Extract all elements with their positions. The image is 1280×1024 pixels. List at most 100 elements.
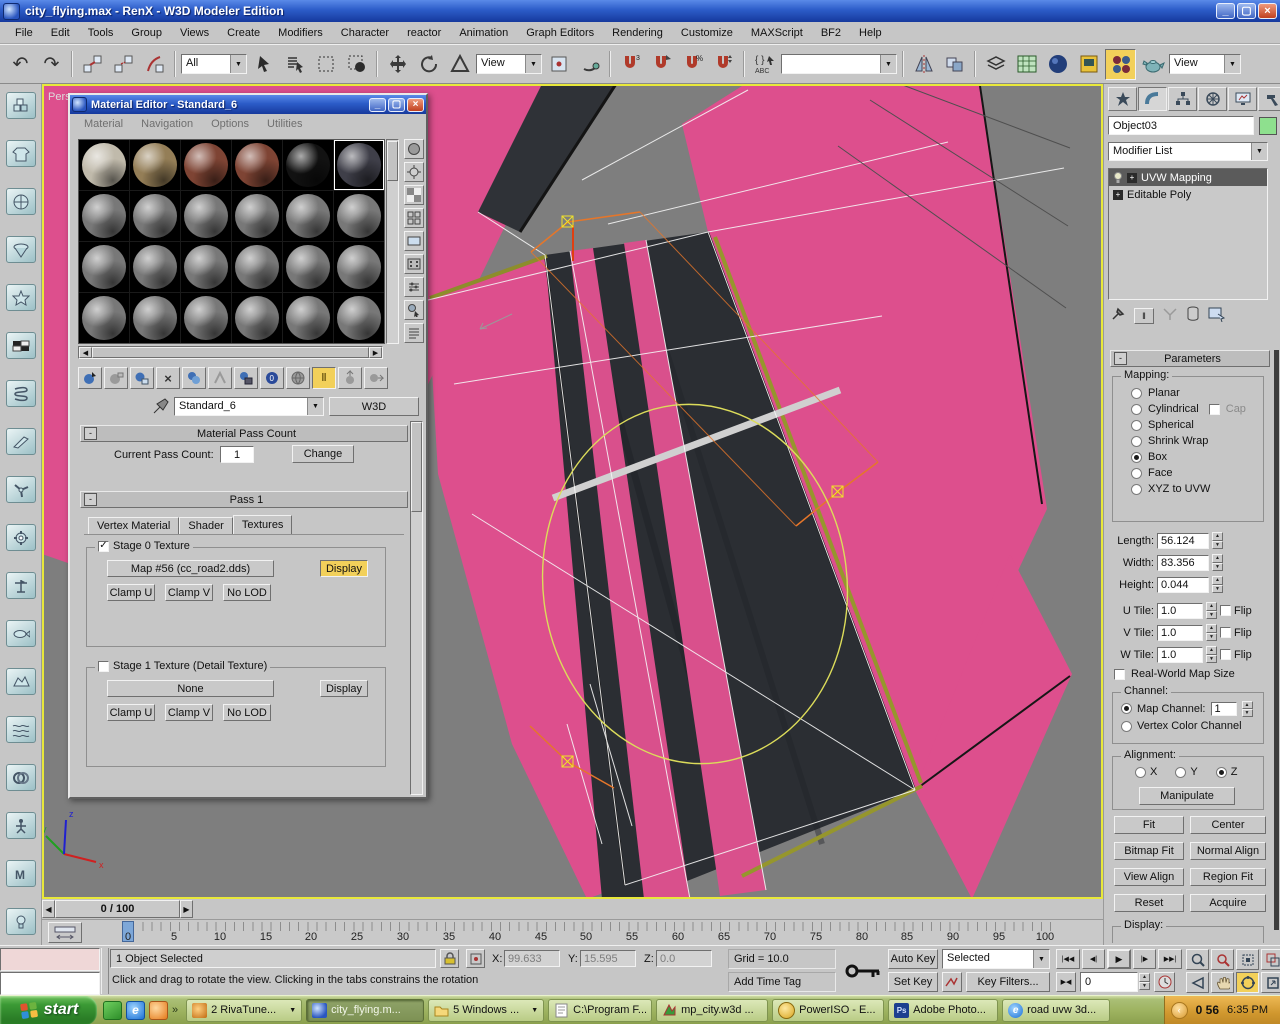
go-to-parent-icon[interactable] [338,367,362,389]
utilities-tab-icon[interactable] [1258,87,1280,111]
scroll-left-icon[interactable]: ◀ [79,347,92,358]
figure-tool-icon[interactable] [6,812,36,839]
material-type-button[interactable]: W3D [329,397,419,416]
stage0-clamp-v-button[interactable]: Clamp V [165,584,213,601]
u-tile-field[interactable]: 1.0 [1157,603,1203,619]
modifier-stack-item-epoly[interactable]: + Editable Poly [1109,186,1267,203]
quick-launch-green-app-icon[interactable] [103,1001,122,1020]
height-spinner[interactable]: ▲▼ [1212,576,1223,593]
show-end-result-stack-icon[interactable]: ‖ [1134,308,1154,324]
viewport-view-dropdown[interactable]: View ▼ [1169,54,1241,74]
maximize-button[interactable]: ▢ [388,98,405,112]
width-field[interactable]: 83.356 [1157,555,1209,571]
zoom-icon[interactable] [1186,949,1209,970]
radio-cylindrical[interactable]: Cylindrical Cap [1131,403,1263,415]
field-of-view-icon[interactable] [1186,972,1209,993]
expand-icon[interactable]: + [1113,190,1123,200]
select-move-icon[interactable] [383,50,412,79]
taskbar-item-road-uvw[interactable]: e road uvw 3d... [1002,999,1110,1022]
v-flip-checkbox[interactable] [1220,627,1231,638]
real-world-checkbox[interactable] [1114,669,1125,680]
show-end-result-icon[interactable]: ‖ [312,367,336,389]
display-tab-icon[interactable] [1228,87,1257,111]
material-slot[interactable] [232,140,282,190]
manipulate-button[interactable]: Manipulate [1139,787,1235,805]
stage0-map-button[interactable]: Map #56 (cc_road2.dds) [107,560,274,577]
pin-stack-icon[interactable] [1110,306,1126,325]
width-spinner[interactable]: ▲▼ [1212,554,1223,571]
material-slot[interactable] [283,293,333,343]
w-tile-field[interactable]: 1.0 [1157,647,1203,663]
time-slider-right-icon[interactable]: ▶ [180,900,193,918]
make-material-copy-icon[interactable] [182,367,206,389]
knife-tool-icon[interactable] [6,428,36,455]
use-pivot-center-icon[interactable] [544,50,573,79]
radio-align-x[interactable]: X [1135,766,1157,778]
material-slot[interactable] [130,293,180,343]
select-object-icon[interactable] [249,50,278,79]
boxes-tool-icon[interactable] [6,92,36,119]
next-frame-icon[interactable]: |▶ [1133,949,1156,969]
shirt-tool-icon[interactable] [6,140,36,167]
waves-tool-icon[interactable] [6,716,36,743]
configure-modifier-sets-icon[interactable] [1208,306,1226,325]
close-button[interactable]: × [1258,3,1277,19]
material-editor-titlebar[interactable]: Material Editor - Standard_6 _ ▢ × [70,95,426,114]
menu-customize[interactable]: Customize [672,24,742,42]
pass-count-field[interactable]: 1 [220,446,254,463]
map-channel-spinner[interactable]: ▲▼ [1242,701,1253,716]
menu-bf2[interactable]: BF2 [812,24,850,42]
menu-options[interactable]: Options [203,116,257,132]
task-dropdown-icon[interactable]: ▼ [289,1007,296,1014]
close-button[interactable]: × [407,98,424,112]
y-coord-field[interactable]: 15.595 [580,950,636,967]
menu-navigation[interactable]: Navigation [133,116,201,132]
material-map-navigator-icon[interactable] [404,323,424,343]
put-to-library-icon[interactable] [234,367,258,389]
map-channel-field[interactable]: 1 [1211,702,1237,716]
material-slot[interactable] [181,293,231,343]
tab-shader[interactable]: Shader [179,517,232,535]
undo-icon[interactable]: ↶ [6,50,35,79]
change-button[interactable]: Change [292,445,354,463]
current-frame-field[interactable]: 0 [1080,972,1138,992]
menu-character[interactable]: Character [332,24,398,42]
menu-rendering[interactable]: Rendering [603,24,672,42]
set-key-button[interactable]: Set Key [888,972,938,992]
radio-xyz-uvw[interactable]: XYZ to UVW [1131,483,1263,495]
claw-tool-icon[interactable] [6,476,36,503]
firefox-icon[interactable] [149,1001,168,1020]
get-material-icon[interactable] [78,367,102,389]
modifier-stack-item-uvw[interactable]: + UVW Mapping [1109,169,1267,186]
menu-views[interactable]: Views [171,24,218,42]
unlink-icon[interactable] [109,50,138,79]
material-slot[interactable] [283,140,333,190]
u-tile-spinner[interactable]: ▲▼ [1206,602,1217,619]
make-unique-icon[interactable] [208,367,232,389]
go-forward-sibling-icon[interactable] [364,367,388,389]
center-button[interactable]: Center [1190,816,1266,834]
stage0-checkbox[interactable]: ✓ [98,541,109,552]
zoom-extents-icon[interactable] [1236,949,1259,970]
named-selection-sets-icon[interactable]: { }ABC [750,50,779,79]
stage1-display-button[interactable]: Display [320,680,368,697]
v-tile-spinner[interactable]: ▲▼ [1206,624,1217,641]
track-bar[interactable]: 0 5 10 15 20 25 30 35 40 45 50 55 60 65 … [42,919,1103,946]
normal-align-button[interactable]: Normal Align [1190,842,1266,860]
region-fit-button[interactable]: Region Fit [1190,868,1266,886]
mirror-icon[interactable] [909,50,938,79]
menu-file[interactable]: File [6,24,42,42]
reset-button[interactable]: Reset [1114,894,1184,912]
key-mode-dropdown[interactable]: Selected ▼ [942,949,1050,969]
internet-explorer-icon[interactable]: e [126,1001,145,1020]
sample-scrollbar-horizontal[interactable]: ◀ ▶ [78,346,383,359]
play-icon[interactable]: ▶ [1107,949,1131,969]
rubble-tool-icon[interactable] [6,668,36,695]
named-selection-dropdown[interactable]: ▼ [781,54,897,74]
menu-material[interactable]: Material [76,116,131,132]
mini-curve-editor-icon[interactable] [48,922,82,943]
window-crossing-icon[interactable] [342,50,371,79]
stage1-clamp-v-button[interactable]: Clamp V [165,704,213,721]
w-tile-spinner[interactable]: ▲▼ [1206,646,1217,663]
material-slot[interactable] [181,191,231,241]
